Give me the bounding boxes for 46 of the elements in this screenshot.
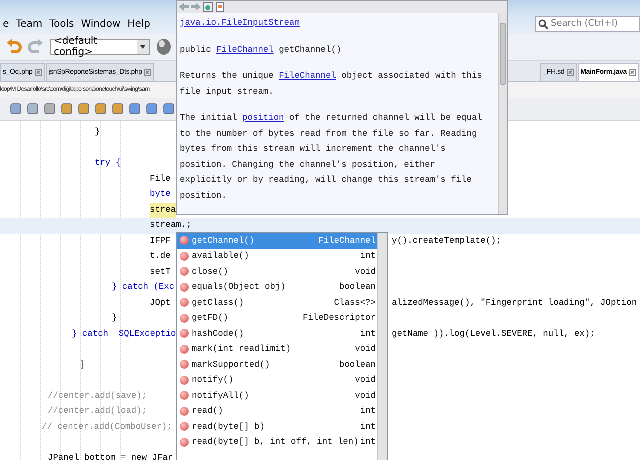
code-text: } catch (Exc <box>112 281 175 294</box>
code-text: } catch SQLExceptio <box>72 328 176 340</box>
code-text: byte <box>150 188 171 201</box>
code-text: setT <box>150 266 171 278</box>
code-text: //center.add(load); <box>48 405 148 418</box>
completion-item[interactable]: markSupported() boolean <box>177 357 387 372</box>
menu-item[interactable]: Tools <box>46 18 78 30</box>
doc-paragraph: The initial position of the returned channel will be equal to the number of bytes read from the file so far. Reading bytes from this stream will increment the channel's position. Changing the channel's position, either explicitly or by reading, will change this stream's file position. <box>180 112 484 202</box>
doc-link[interactable]: FileChannel <box>279 71 336 81</box>
search-field[interactable]: Search (Ctrl+I) <box>535 16 640 32</box>
menu-item[interactable]: Team <box>13 18 47 30</box>
menu-item[interactable]: e <box>0 18 14 30</box>
code-text: // center.add(ComboUser); <box>42 420 172 434</box>
completion-item[interactable]: notify() void <box>177 372 387 388</box>
code-text: ] <box>80 358 86 372</box>
code-text: } <box>95 126 100 139</box>
completion-item[interactable]: read(byte[] b, int off, int len) int <box>177 434 387 450</box>
completion-item[interactable]: getClass() Class<?> <box>177 295 387 310</box>
code-text: y().createTemplate(); <box>392 234 502 248</box>
code-text: strea <box>150 202 176 218</box>
completion-item[interactable]: read(byte[] b) int <box>177 419 387 434</box>
completion-item[interactable]: read() int <box>177 404 387 419</box>
code-text: IFPF <box>150 234 171 248</box>
code-text: t.de <box>150 250 171 263</box>
menu-item[interactable]: Window <box>78 18 125 30</box>
code-text: JPanel bottom = new JFar <box>48 452 174 460</box>
completion-item[interactable]: mark(int readlimit) void <box>177 342 387 357</box>
completion-item[interactable]: getFD() FileDescriptor <box>177 310 387 326</box>
method-signature: public FileChannel getChannel() <box>180 44 343 56</box>
code-text: alizedMessage(), "Fingerprint loading", JOption <box>392 296 638 310</box>
completion-item[interactable]: notifyAll() void <box>177 388 387 404</box>
code-text: try { <box>95 157 122 170</box>
doc-link[interactable]: FileChannel <box>216 44 274 54</box>
doc-link[interactable]: position <box>242 113 284 123</box>
class-link[interactable]: java.io.FileInputStream <box>180 18 300 28</box>
completion-item[interactable]: close() void <box>177 264 387 280</box>
code-text: getName )).log(Level.SEVERE, null, ex); <box>392 328 596 340</box>
code-text: JOpt <box>150 296 171 310</box>
code-text: File <box>150 172 171 186</box>
completion-item[interactable]: available() int <box>177 248 387 264</box>
menu-item[interactable]: Help <box>124 18 154 30</box>
completion-item[interactable]: hashCode() int <box>177 326 387 342</box>
code-text: stream.; <box>150 219 192 232</box>
code-text: //center.add(save); <box>48 390 148 402</box>
completion-item[interactable]: equals(Object obj) boolean <box>177 280 387 295</box>
code-text: } <box>112 312 118 325</box>
